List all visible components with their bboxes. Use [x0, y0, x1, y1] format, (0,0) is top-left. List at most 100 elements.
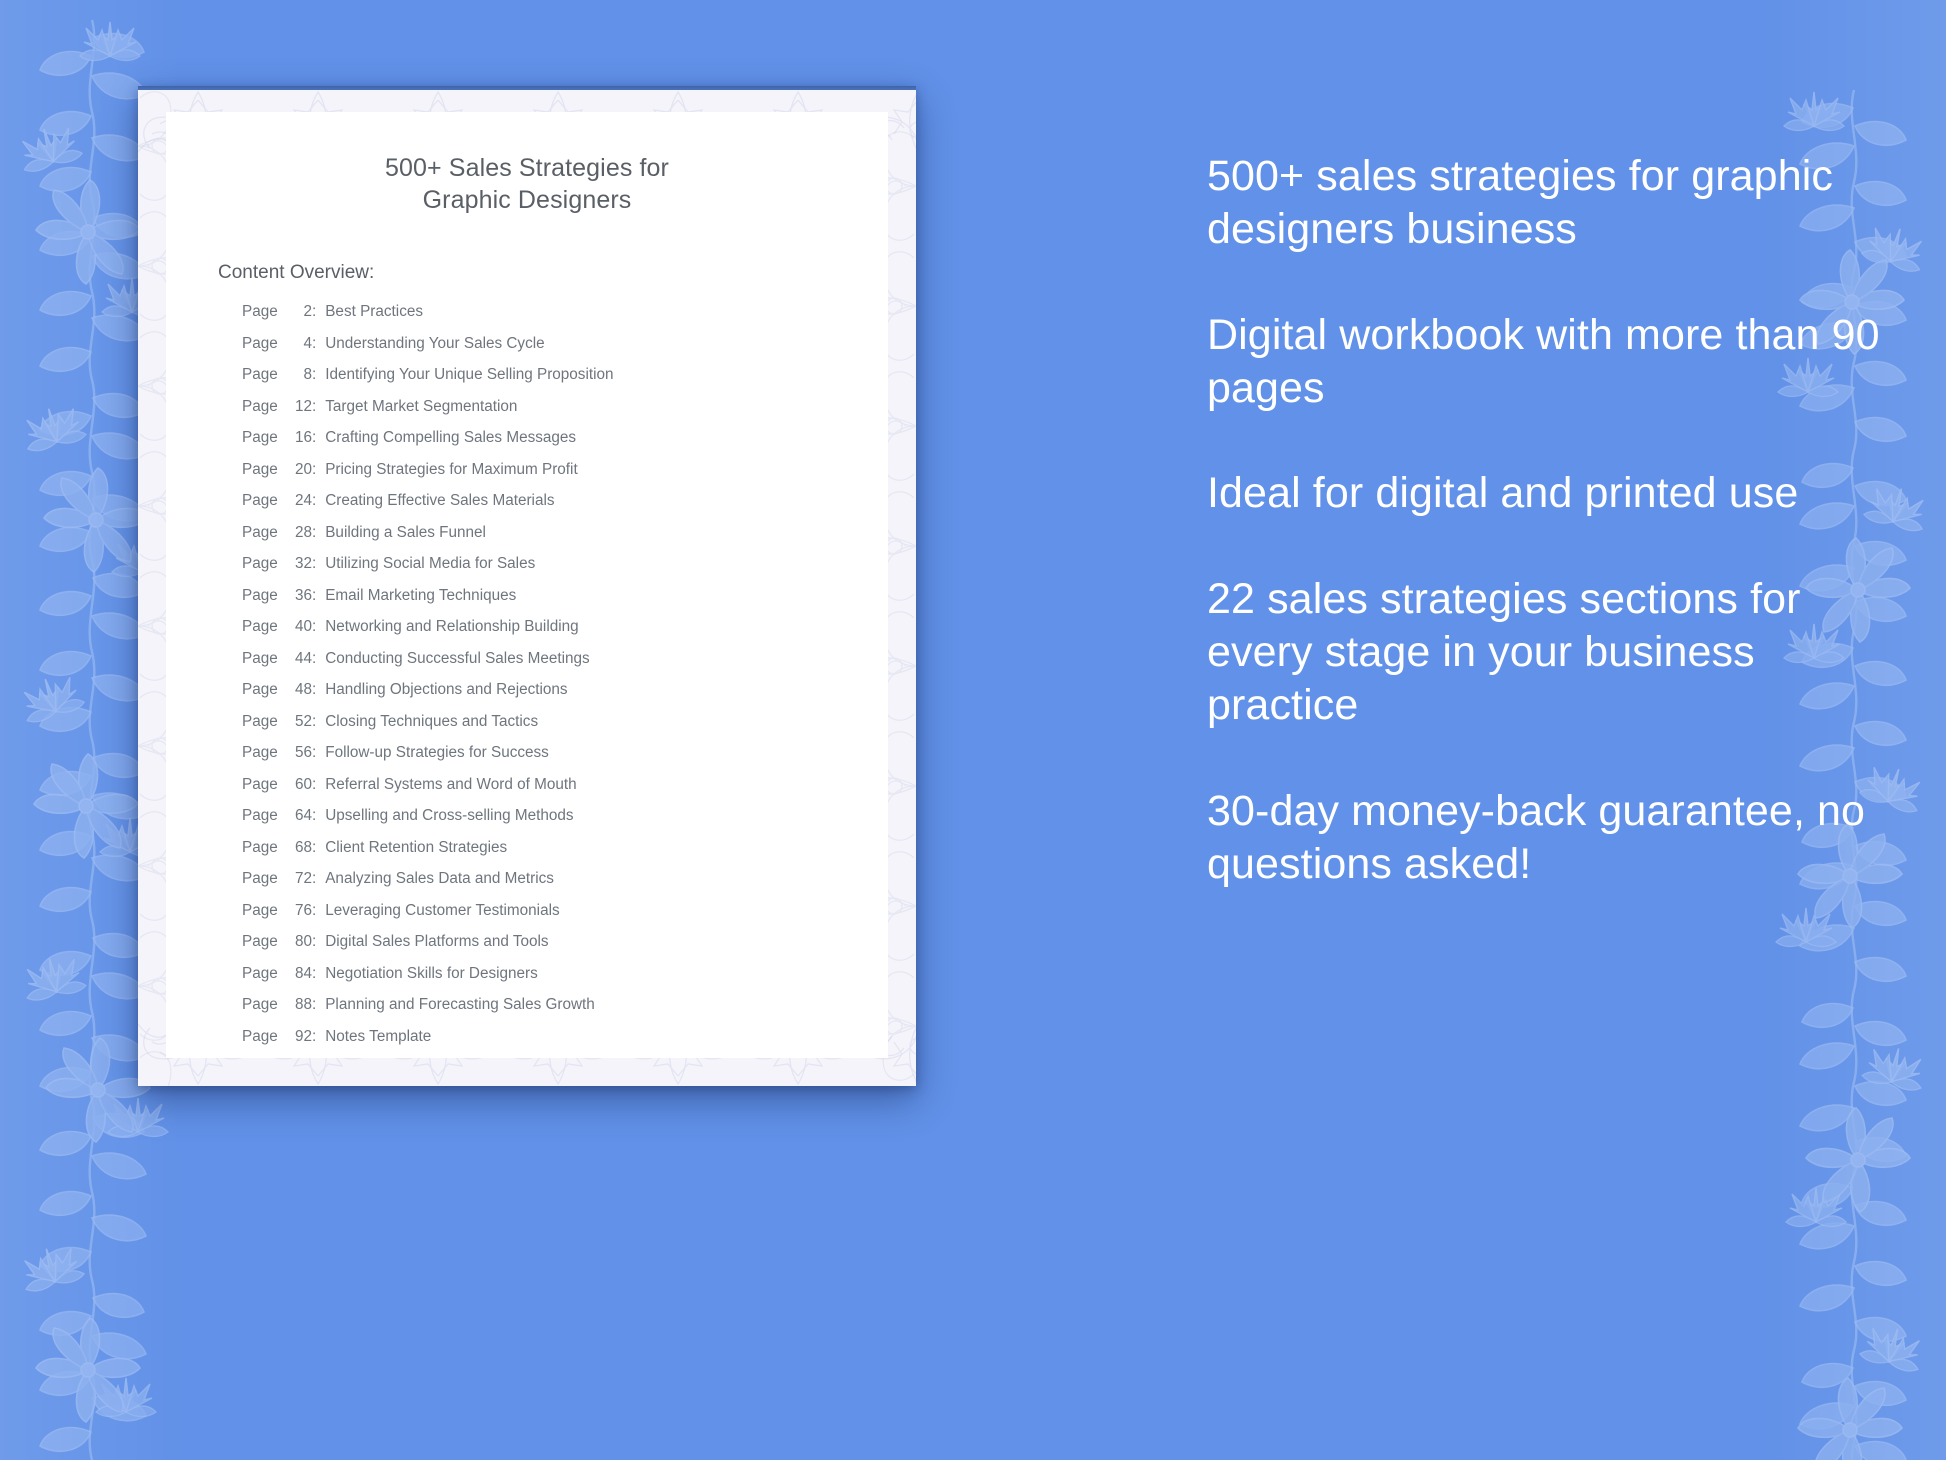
toc-entry: Page 40: Networking and Relationship Buil…: [242, 619, 888, 651]
poster-canvas: 500+ Sales Strategies for Graphic Design…: [0, 0, 1946, 1460]
page-title-line-2: Graphic Designers: [422, 186, 632, 214]
toc-entry: Page 28: Building a Sales Funnel: [242, 523, 888, 557]
toc-entry-page-number: 84: [294, 964, 312, 982]
toc-entry: Page 12: Target Market Segmentation: [242, 397, 888, 431]
toc-entry: Page 60: Referral Systems and Word of Mou…: [242, 775, 888, 809]
toc-entry-colon: :: [311, 1027, 317, 1045]
toc-entry-page-word: Page: [242, 523, 282, 541]
toc-entry-colon: :: [311, 901, 317, 919]
toc-entry-topic: Networking and Relationship Building: [325, 618, 579, 635]
toc-entry-page-word: Page: [242, 744, 282, 761]
toc-entry-colon: :: [311, 870, 317, 887]
toc-entry-page-word: Page: [242, 712, 282, 730]
document-page: 500+ Sales Strategies for Graphic Design…: [166, 112, 888, 1058]
toc-entry-page-number: 68: [294, 838, 312, 856]
toc-entry-page-number: 32: [294, 555, 312, 572]
marketing-claim: 30-day money-back guarantee, no question…: [1207, 786, 1866, 888]
toc-entry-topic: Negotiation Skills for Designers: [325, 964, 538, 982]
toc-entry-page-number: 8: [303, 366, 312, 383]
toc-entry-page-number: 40: [294, 618, 312, 635]
toc-entry-page-number: 44: [294, 649, 312, 667]
marketing-claim: Digital workbook with more than 90 pages: [1207, 310, 1880, 412]
toc-entry: Page 24: Creating Effective Sales Materia…: [242, 493, 888, 525]
toc-entry: Page 4: Understanding Your Sales Cycle: [242, 334, 888, 368]
toc-entry-topic: Digital Sales Platforms and Tools: [325, 933, 549, 950]
toc-entry-page-word: Page: [242, 807, 282, 824]
toc-entry-colon: :: [311, 460, 317, 478]
toc-entry-topic: Crafting Compelling Sales Messages: [325, 429, 577, 446]
toc-entry: Page 2: Best Practices: [242, 304, 888, 336]
toc-entry-topic: Notes Template: [325, 1027, 432, 1045]
toc-entry-colon: :: [311, 933, 317, 950]
page-title-line-1: 500+ Sales Strategies for: [385, 154, 669, 182]
toc-entry-colon: :: [311, 555, 317, 572]
toc-entry-page-word: Page: [242, 681, 282, 698]
toc-entry-page-number: 2: [303, 303, 312, 320]
toc-entry-topic: Upselling and Cross-selling Methods: [325, 807, 574, 824]
toc-entry-page-word: Page: [242, 492, 282, 509]
toc-entry-page-word: Page: [242, 1027, 282, 1045]
toc-entry-topic: Email Marketing Techniques: [325, 586, 517, 604]
toc-entry: Page 92: Notes Template: [242, 1027, 888, 1061]
toc-entry-colon: :: [311, 523, 317, 541]
toc-entry-page-number: 36: [294, 586, 312, 604]
toc-entry-page-word: Page: [242, 870, 282, 887]
toc-entry: Page 72: Analyzing Sales Data and Metrics: [242, 871, 888, 903]
toc-entry-page-word: Page: [242, 586, 282, 604]
toc-entry-page-number: 24: [294, 492, 312, 509]
toc-entry: Page 64: Upselling and Cross-selling Meth…: [242, 808, 888, 840]
toc-entry-topic: Planning and Forecasting Sales Growth: [325, 996, 595, 1013]
toc-entry-colon: :: [311, 586, 317, 604]
toc-entry-page-number: 52: [294, 712, 312, 730]
toc-entry-topic: Client Retention Strategies: [325, 838, 508, 856]
toc-entry-colon: :: [311, 712, 317, 730]
toc-entry-topic: Conducting Successful Sales Meetings: [325, 649, 590, 667]
toc-entry-page-number: 60: [294, 775, 312, 793]
toc-entry-page-word: Page: [242, 334, 282, 352]
toc-entry-topic: Analyzing Sales Data and Metrics: [325, 870, 554, 887]
toc-entry-page-word: Page: [242, 303, 282, 320]
marketing-claims-list: 500+ sales strategies for graphic design…: [1207, 150, 1887, 891]
toc-entry-page-word: Page: [242, 366, 282, 383]
toc-entry-colon: :: [311, 397, 317, 415]
toc-entry-topic: Understanding Your Sales Cycle: [325, 334, 545, 352]
toc-entry-colon: :: [311, 618, 317, 635]
toc-entry-page-number: 20: [294, 460, 312, 478]
toc-entry-page-word: Page: [242, 964, 282, 982]
toc-entry: Page 48: Handling Objections and Rejectio…: [242, 682, 888, 714]
toc-entry: Page 80: Digital Sales Platforms and Tool…: [242, 934, 888, 966]
toc-entry-page-word: Page: [242, 555, 282, 572]
toc-entry-colon: :: [311, 649, 317, 667]
toc-entry-topic: Closing Techniques and Tactics: [325, 712, 539, 730]
toc-entry: Page 56: Follow-up Strategies for Success: [242, 745, 888, 777]
page-title: 500+ Sales Strategies for Graphic Design…: [166, 112, 888, 216]
toc-entry-page-word: Page: [242, 775, 282, 793]
toc-entry-topic: Target Market Segmentation: [325, 397, 518, 415]
toc-entry-colon: :: [311, 775, 317, 793]
toc-entry-page-number: 72: [294, 870, 312, 887]
toc-entry-topic: Identifying Your Unique Selling Proposit…: [325, 366, 614, 383]
toc-entry: Page 84: Negotiation Skills for Designers: [242, 964, 888, 998]
toc-entry-topic: Building a Sales Funnel: [325, 523, 486, 541]
content-overview-label: Content Overview:: [218, 262, 375, 283]
toc-entry-topic: Pricing Strategies for Maximum Profit: [325, 460, 578, 478]
toc-entry-colon: :: [311, 303, 317, 320]
toc-entry-page-number: 56: [294, 744, 312, 761]
toc-entry: Page 16: Crafting Compelling Sales Messag…: [242, 430, 888, 462]
toc-entry-page-number: 76: [294, 901, 312, 919]
toc-entry-page-word: Page: [242, 649, 282, 667]
toc-entry-page-number: 4: [303, 334, 312, 352]
marketing-claim: Ideal for digital and printed use: [1207, 469, 1799, 518]
toc-entry-page-word: Page: [242, 901, 282, 919]
toc-entry: Page 88: Planning and Forecasting Sales G…: [242, 997, 888, 1029]
toc-entry-page-number: 16: [294, 429, 312, 446]
toc-entry-topic: Best Practices: [325, 303, 423, 320]
toc-entry-page-word: Page: [242, 618, 282, 635]
document-card: 500+ Sales Strategies for Graphic Design…: [138, 86, 916, 1086]
toc-entry-page-word: Page: [242, 460, 282, 478]
toc-entry-page-number: 28: [294, 523, 312, 541]
marketing-claim: 22 sales strategies sections for every s…: [1207, 574, 1801, 730]
toc-entry-page-number: 92: [294, 1027, 312, 1045]
toc-entry-page-number: 88: [294, 996, 312, 1013]
toc-entry-topic: Leveraging Customer Testimonials: [325, 901, 560, 919]
